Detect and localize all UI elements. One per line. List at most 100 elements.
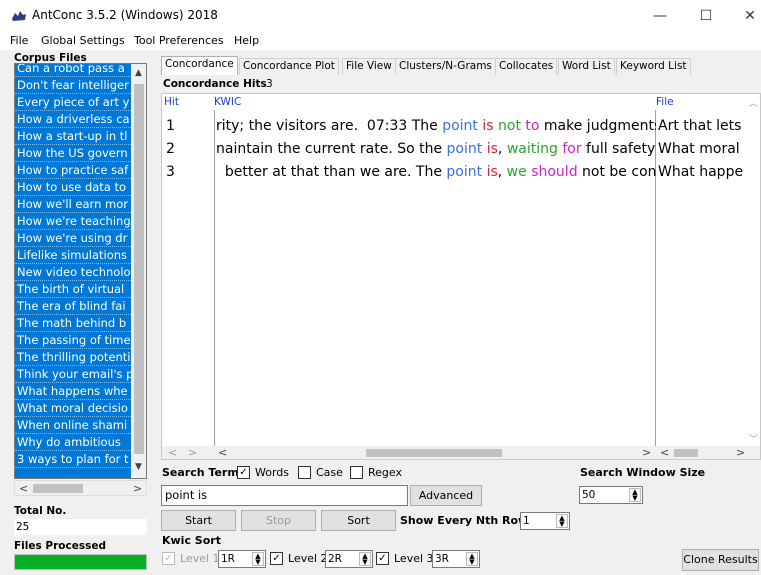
corpus-file-item[interactable]: Lifelike simulations	[15, 247, 131, 264]
stop-button[interactable]: Stop	[241, 510, 316, 531]
sort-button[interactable]: Sort	[321, 510, 396, 531]
corpus-file-item[interactable]: How to use data to	[15, 179, 131, 196]
corpus-file-item[interactable]: How we're teaching	[15, 213, 131, 230]
menu-global-settings[interactable]: Global Settings	[41, 34, 125, 47]
spinner-arrows-icon[interactable]: ▲ ▼	[556, 514, 568, 528]
tab-collocates[interactable]: Collocates	[495, 58, 558, 75]
spinner-arrows-icon[interactable]: ▲ ▼	[252, 552, 264, 566]
corpus-file-item[interactable]: The era of blind fai	[15, 298, 131, 315]
corpus-file-item[interactable]: What moral decisio	[15, 400, 131, 417]
kwic-segment: is	[486, 164, 498, 180]
tab-keyword-list[interactable]: Keyword List	[616, 58, 691, 75]
corpus-file-item[interactable]: New video technolo	[15, 264, 131, 281]
corpus-file-item[interactable]: How to practice saf	[15, 162, 131, 179]
hit-number: 2	[166, 141, 175, 157]
column-header-file[interactable]: File	[656, 96, 674, 108]
search-window-size-spinner[interactable]: 50 ▲ ▼	[579, 486, 643, 504]
corpus-file-item[interactable]: Don't fear intelliger	[15, 77, 131, 94]
corpus-file-item[interactable]: Can a robot pass a	[15, 64, 131, 77]
corpus-file-item[interactable]: What happens whe	[15, 383, 131, 400]
scroll-down-icon[interactable]: ▼	[135, 462, 142, 472]
file-cell[interactable]: What moral	[658, 141, 744, 157]
menu-bar: File Global Settings Tool Preferences He…	[0, 32, 761, 50]
scroll-down-icon[interactable]: ﹀	[749, 432, 758, 445]
corpus-file-item[interactable]: The passing of time	[15, 332, 131, 349]
tab-file-view[interactable]: File View	[342, 58, 396, 75]
scroll-thumb[interactable]	[33, 484, 83, 493]
file-scroll-right-icon[interactable]: >	[736, 446, 745, 459]
level1-spinner[interactable]: 1R ▲ ▼	[218, 550, 266, 568]
regex-checkbox[interactable]	[350, 466, 363, 479]
scroll-right-icon[interactable]: >	[133, 482, 142, 495]
menu-tool-preferences[interactable]: Tool Preferences	[134, 34, 224, 47]
kwic-segment: better at that than we are. The	[216, 164, 447, 180]
spinner-arrows-icon[interactable]: ▲ ▼	[466, 552, 478, 566]
kwic-line[interactable]: rity; the visitors are. 07:33 The point …	[216, 118, 656, 134]
file-cell[interactable]: What happen	[658, 164, 744, 180]
results-vertical-scrollbar[interactable]: ︿ ﹀	[746, 94, 760, 446]
column-divider[interactable]	[214, 110, 215, 450]
kwic-segment: is	[486, 141, 498, 157]
corpus-file-item[interactable]: How a driverless ca	[15, 111, 131, 128]
menu-help[interactable]: Help	[234, 34, 259, 47]
corpus-file-item[interactable]: When online shami	[15, 417, 131, 434]
level2-spinner[interactable]: 2R ▲ ▼	[325, 550, 373, 568]
corpus-file-item[interactable]: 3 ways to plan for t	[15, 451, 131, 468]
corpus-file-item[interactable]: Why do ambitious	[15, 434, 131, 451]
corpus-file-item[interactable]: Every piece of art y	[15, 94, 131, 111]
corpus-file-item[interactable]: How we're using dr	[15, 230, 131, 247]
concordance-results[interactable]: Hit KWIC File 1 rity; the visitors are. …	[161, 93, 761, 460]
corpus-file-item[interactable]: How we'll earn mor	[15, 196, 131, 213]
scroll-left-icon[interactable]: <	[19, 482, 28, 495]
start-button[interactable]: Start	[161, 510, 236, 531]
clone-results-button[interactable]: Clone Results	[682, 549, 759, 571]
file-scroll-left-icon[interactable]: <	[660, 446, 669, 459]
spinner-arrows-icon[interactable]: ▲ ▼	[629, 488, 641, 502]
spinner-arrows-icon[interactable]: ▲ ▼	[359, 552, 371, 566]
scroll-right-icon[interactable]: >	[188, 446, 197, 459]
menu-file[interactable]: File	[10, 34, 28, 47]
close-button[interactable]: ✕	[738, 4, 761, 28]
corpus-vertical-scrollbar[interactable]: ▲ ▼	[131, 64, 146, 478]
nth-row-spinner[interactable]: 1 ▲ ▼	[520, 512, 570, 530]
kwic-scroll-thumb[interactable]	[366, 449, 502, 457]
tab-concordance-plot[interactable]: Concordance Plot	[239, 58, 339, 75]
advanced-button[interactable]: Advanced	[410, 485, 482, 506]
column-header-hit[interactable]: Hit	[164, 96, 179, 108]
maximize-button[interactable]: ☐	[694, 4, 718, 28]
minimize-button[interactable]: —	[648, 4, 672, 28]
corpus-file-item[interactable]: The thrilling potenti	[15, 349, 131, 366]
words-checkbox[interactable]: ✓	[237, 466, 250, 479]
column-divider[interactable]	[655, 110, 656, 450]
tab-concordance[interactable]: Concordance	[161, 56, 238, 75]
corpus-file-item[interactable]: Think your email's p	[15, 366, 131, 383]
file-cell[interactable]: Art that lets y	[658, 118, 744, 134]
level3-spinner[interactable]: 3R ▲ ▼	[432, 550, 480, 568]
tab-clusters-ngrams[interactable]: Clusters/N-Grams	[395, 58, 496, 75]
kwic-line[interactable]: naintain the current rate. So the point …	[216, 141, 656, 157]
corpus-file-item[interactable]: How the US govern	[15, 145, 131, 162]
corpus-file-item[interactable]: The birth of virtual	[15, 281, 131, 298]
corpus-file-item[interactable]: How a start-up in tl	[15, 128, 131, 145]
results-horizontal-scrollbar[interactable]: < > < > < >	[162, 446, 760, 459]
scroll-thumb[interactable]	[134, 84, 144, 454]
kwic-scroll-left-icon[interactable]: <	[218, 446, 227, 459]
corpus-horizontal-scrollbar[interactable]: < >	[14, 480, 147, 496]
tab-word-list[interactable]: Word List	[558, 58, 615, 75]
scroll-up-icon[interactable]: ︿	[749, 96, 758, 109]
kwic-segment: should	[531, 164, 578, 180]
corpus-file-item[interactable]: The math behind b	[15, 315, 131, 332]
file-scroll-thumb[interactable]	[674, 449, 698, 457]
column-header-kwic[interactable]: KWIC	[214, 96, 241, 108]
case-label: Case	[316, 466, 343, 479]
kwic-line[interactable]: better at that than we are. The point is…	[216, 164, 656, 180]
search-term-input[interactable]: point is	[161, 485, 408, 506]
kwic-scroll-right-icon[interactable]: >	[642, 446, 651, 459]
kwic-segment: rity; the visitors are. 07:33 The	[216, 118, 443, 134]
scroll-left-icon[interactable]: <	[168, 446, 177, 459]
scroll-up-icon[interactable]: ▲	[135, 68, 142, 78]
level3-checkbox[interactable]: ✓	[376, 552, 389, 565]
level2-checkbox[interactable]: ✓	[270, 552, 283, 565]
corpus-files-list[interactable]: Can a robot pass a Don't fear intelliger E…	[14, 63, 147, 479]
case-checkbox[interactable]	[298, 466, 311, 479]
